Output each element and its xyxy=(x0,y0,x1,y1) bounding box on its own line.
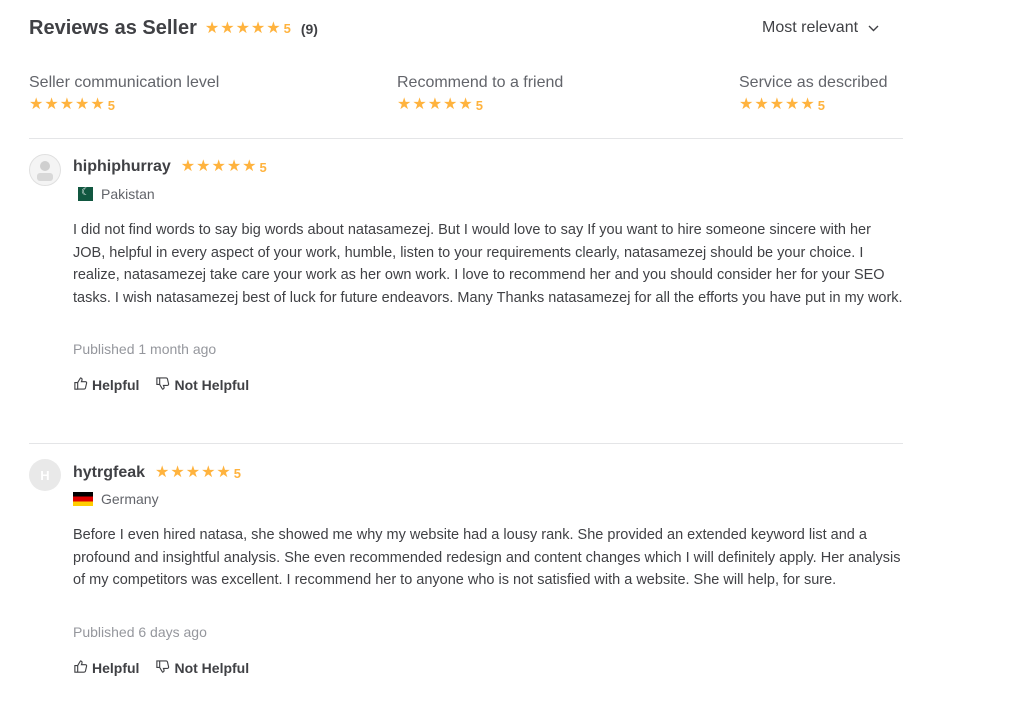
not-helpful-label: Not Helpful xyxy=(174,660,250,676)
breakdown-label: Service as described xyxy=(739,74,888,91)
star-icons: ★★★★★ xyxy=(29,96,106,113)
sort-dropdown[interactable]: Most relevant xyxy=(762,19,879,37)
star-icons: ★★★★★ xyxy=(155,464,232,481)
chevron-down-icon xyxy=(868,21,879,35)
reviewer-country: Pakistan xyxy=(73,186,155,202)
thumbs-up-icon xyxy=(73,376,88,394)
review-actions: Helpful Not Helpful xyxy=(73,659,249,677)
avatar[interactable]: H xyxy=(29,459,61,491)
not-helpful-label: Not Helpful xyxy=(174,377,250,393)
germany-flag-icon xyxy=(73,492,93,506)
pakistan-flag-icon xyxy=(73,186,93,201)
breakdown-rating: ★★★★★ 5 xyxy=(739,97,825,113)
overall-rating-value: 5 xyxy=(283,21,291,36)
review-header: hiphiphurray ★★★★★ 5 xyxy=(73,158,267,176)
breakdown-rating-value: 5 xyxy=(475,97,483,113)
divider xyxy=(29,443,903,444)
breakdown-rating-value: 5 xyxy=(817,97,825,113)
review-rating-value: 5 xyxy=(233,465,241,481)
review-text: I did not find words to say big words ab… xyxy=(73,222,903,306)
breakdown-recommend: Recommend to a friend ★★★★★ 5 xyxy=(397,74,563,114)
divider xyxy=(29,138,903,139)
review-item: hiphiphurray ★★★★★ 5 Pakistan I did not … xyxy=(29,150,903,410)
published-date: Published 1 month ago xyxy=(73,341,217,357)
breakdown-rating-value: 5 xyxy=(107,97,115,113)
breakdown-label: Recommend to a friend xyxy=(397,74,564,91)
breakdown-service: Service as described ★★★★★ 5 xyxy=(739,74,888,114)
thumbs-up-icon xyxy=(73,659,88,677)
star-icons: ★★★★★ xyxy=(739,96,816,113)
helpful-button[interactable]: Helpful xyxy=(73,376,139,394)
country-name: Pakistan xyxy=(101,186,155,202)
thumbs-down-icon xyxy=(155,376,170,394)
thumbs-down-icon xyxy=(155,659,170,677)
reviews-header: Reviews as Seller ★★★★★ 5 (9) xyxy=(29,17,318,40)
breakdown-label: Seller communication level xyxy=(29,74,220,91)
helpful-button[interactable]: Helpful xyxy=(73,659,139,677)
star-icons: ★★★★★ xyxy=(397,96,474,113)
avatar[interactable] xyxy=(29,154,61,186)
review-header: hytrgfeak ★★★★★ 5 xyxy=(73,464,241,482)
breakdown-communication: Seller communication level ★★★★★ 5 xyxy=(29,74,219,114)
review-count: (9) xyxy=(300,20,318,37)
helpful-label: Helpful xyxy=(92,660,140,676)
helpful-label: Helpful xyxy=(92,377,140,393)
page-title: Reviews as Seller xyxy=(29,17,197,39)
review-rating: ★★★★★ 5 xyxy=(155,465,241,481)
sort-label: Most relevant xyxy=(762,19,859,36)
not-helpful-button[interactable]: Not Helpful xyxy=(155,659,249,677)
reviewer-country: Germany xyxy=(73,491,159,507)
star-icons: ★★★★★ xyxy=(204,19,282,37)
review-rating-value: 5 xyxy=(259,159,267,175)
review-actions: Helpful Not Helpful xyxy=(73,376,249,394)
star-icons: ★★★★★ xyxy=(180,158,258,175)
overall-rating: ★★★★★ 5 xyxy=(204,19,291,37)
breakdown-rating: ★★★★★ 5 xyxy=(397,97,483,113)
reviewer-name[interactable]: hiphiphurray xyxy=(73,158,171,176)
reviewer-name[interactable]: hytrgfeak xyxy=(73,464,145,482)
published-date: Published 6 days ago xyxy=(73,624,207,640)
review-rating: ★★★★★ 5 xyxy=(181,159,267,175)
country-name: Germany xyxy=(101,491,159,507)
breakdown-rating: ★★★★★ 5 xyxy=(29,97,115,113)
review-text: Before I even hired natasa, she showed m… xyxy=(73,527,901,589)
review-item: H hytrgfeak ★★★★★ 5 Germany Before I eve… xyxy=(29,456,903,692)
not-helpful-button[interactable]: Not Helpful xyxy=(155,376,249,394)
